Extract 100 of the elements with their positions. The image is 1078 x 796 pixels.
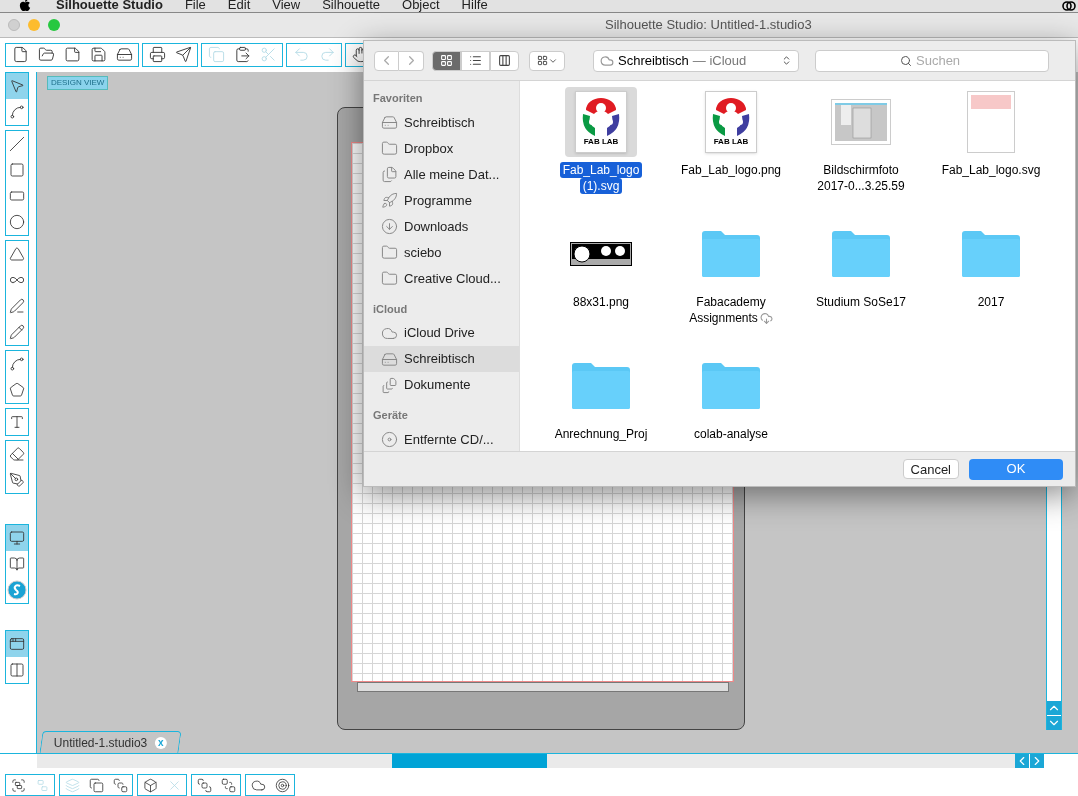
column-view-button[interactable]: [490, 50, 519, 71]
sidebar-item[interactable]: Entfernte CD/...: [364, 426, 519, 451]
menu-item[interactable]: Object: [402, 0, 440, 12]
send-icon: [174, 46, 192, 64]
sidebar-item[interactable]: Alle meine Dat...: [364, 161, 519, 188]
license-badge-icon: [570, 242, 632, 266]
rounded-rectangle-icon: [9, 188, 25, 204]
paste-icon: [233, 46, 251, 64]
layers-icon: [64, 777, 80, 793]
document-tab[interactable]: Untitled-1.studio3 x: [39, 731, 182, 753]
scroll-right-icon[interactable]: [1030, 754, 1044, 768]
menu-item[interactable]: View: [272, 0, 301, 12]
group-button[interactable]: [9, 777, 27, 793]
logo-drawing: [580, 98, 622, 138]
apple-icon[interactable]: [18, 0, 32, 12]
file-name: Fab_Lab_logo.png: [679, 162, 783, 178]
file-tile[interactable]: Fabacademy Assignments: [666, 219, 796, 351]
polygon-icon: [9, 246, 25, 262]
bring-front-icon: [196, 777, 212, 793]
sidebar-item[interactable]: Programme: [364, 187, 519, 214]
window-tool[interactable]: [6, 631, 28, 657]
search-icon: [900, 54, 912, 67]
file-tile[interactable]: FAB LAB Fab_Lab_logo (1).svg: [536, 87, 666, 219]
file-name: Fabacademy: [695, 294, 767, 310]
menu-item[interactable]: File: [184, 0, 206, 12]
sidebar-item[interactable]: Schreibtisch: [364, 109, 519, 136]
scroll-down-icon[interactable]: [1047, 716, 1061, 730]
file-tile[interactable]: 88x31.png: [536, 219, 666, 351]
bring-front-button[interactable]: [195, 777, 213, 793]
pentagon-icon: [9, 382, 25, 398]
files-icon: [381, 166, 398, 183]
cut-icon: [259, 46, 277, 64]
location-popup[interactable]: Schreibtisch — iCloud: [593, 49, 799, 72]
menu-item[interactable]: Edit: [227, 0, 251, 12]
file-tile[interactable]: Fab_Lab_logo.svg: [926, 87, 1056, 219]
text-icon: [9, 414, 25, 430]
sidebar-item[interactable]: sciebo: [364, 239, 519, 266]
copy-button[interactable]: [87, 777, 105, 793]
scroll-left-icon[interactable]: [1015, 754, 1029, 768]
undo-icon: [292, 46, 310, 64]
menu-item[interactable]: Silhouette: [322, 0, 381, 12]
pencil-icon: [9, 324, 25, 340]
book-icon: [9, 556, 25, 572]
cloud-download-icon: [759, 311, 773, 325]
disc-icon: [381, 431, 398, 448]
arrange-button[interactable]: [529, 50, 565, 71]
file-name: 2017-0...3.25.59: [816, 178, 906, 194]
screenshot-thumbnail: [831, 99, 891, 145]
file-tile[interactable]: FAB LAB Fab_Lab_logo.png: [666, 87, 796, 219]
drive-icon: [381, 114, 398, 131]
file-tile[interactable]: Bildschirmfoto 2017-0...3.25.59: [796, 87, 926, 219]
point-edit-icon: [9, 104, 25, 120]
icon-view-button[interactable]: [432, 50, 461, 71]
offset-button[interactable]: [273, 777, 291, 793]
logo-caption: FAB LAB: [713, 138, 749, 146]
tab-title: Untitled-1.studio3: [53, 734, 148, 752]
menu-item[interactable]: Hilfe: [461, 0, 488, 12]
printer-icon: [148, 46, 166, 64]
file-tile[interactable]: Studium SoSe17: [796, 219, 926, 351]
window-icon: [9, 636, 25, 652]
sidebar-heading: Geräte: [372, 408, 409, 423]
cancel-button[interactable]: Cancel: [902, 459, 959, 479]
copy-icon: [207, 46, 225, 64]
file-tile[interactable]: colab-analyse: [666, 351, 796, 451]
arc-icon: [9, 356, 25, 372]
search-field[interactable]: Suchen: [815, 49, 1049, 72]
ellipse-icon: [9, 214, 25, 230]
sidebar-item[interactable]: Downloads: [364, 213, 519, 240]
file-tile[interactable]: 2017: [926, 219, 1056, 351]
box-button[interactable]: [141, 777, 159, 793]
folder-icon: [701, 362, 761, 410]
arrange-icon: [536, 55, 548, 66]
sidebar-item[interactable]: Dropbox: [364, 135, 519, 162]
menu-item[interactable]: Silhouette Studio: [56, 0, 163, 12]
file-name: Bildschirmfoto: [822, 162, 900, 178]
stack-button[interactable]: [111, 777, 129, 793]
icon-view-icon: [440, 54, 453, 67]
line-icon: [9, 136, 25, 152]
scroll-thumb[interactable]: [392, 754, 547, 768]
list-view-button[interactable]: [461, 50, 490, 71]
sidebar-item[interactable]: Schreibtisch: [364, 346, 519, 372]
eraser-icon: [9, 446, 25, 462]
drive-icon: [381, 350, 398, 368]
apps-icon: [381, 192, 398, 209]
design-view-tool[interactable]: [6, 525, 28, 551]
pointer-icon: [9, 78, 25, 94]
sidebar-item[interactable]: Dokumente: [364, 372, 519, 398]
pointer-tool[interactable]: [6, 73, 28, 99]
design-view-icon: [9, 530, 25, 546]
file-name: colab-analyse: [692, 426, 769, 442]
file-name: 2017: [976, 294, 1006, 310]
sidebar-item[interactable]: iCloud Drive: [364, 320, 519, 346]
search-input[interactable]: Suchen: [916, 50, 964, 71]
send-back-button[interactable]: [219, 777, 237, 793]
scroll-up-icon[interactable]: [1047, 701, 1061, 715]
folder-icon: [961, 230, 1021, 278]
file-tile[interactable]: Anrechnung_Proj: [536, 351, 666, 451]
folder-icon: [701, 230, 761, 278]
split-panel-icon: [9, 662, 25, 678]
sidebar-item[interactable]: Creative Cloud...: [364, 265, 519, 292]
